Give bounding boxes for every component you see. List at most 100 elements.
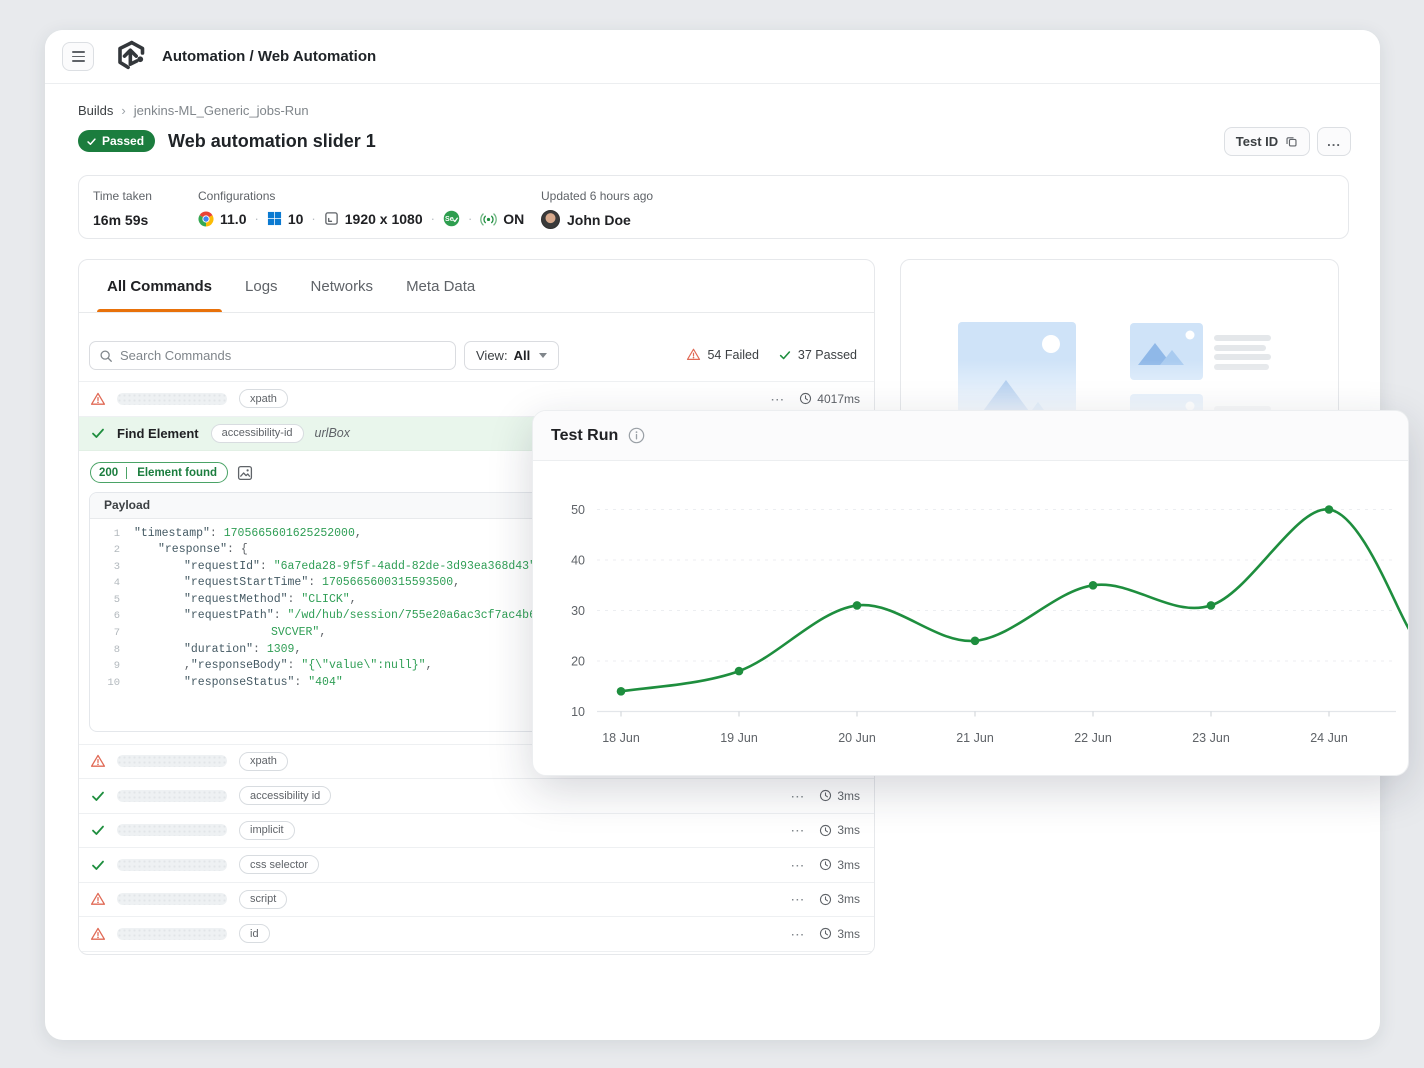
tab-bar: All Commands Logs Networks Meta Data	[79, 260, 874, 313]
warning-icon	[90, 753, 106, 769]
response-status-pill: 200 Element found	[90, 462, 228, 483]
menu-icon[interactable]	[62, 42, 94, 71]
resolution-icon	[324, 211, 339, 226]
breadcrumb-builds[interactable]: Builds	[78, 103, 113, 118]
build-title-row: Passed Web automation slider 1 Test ID .…	[78, 127, 1351, 155]
skeleton-text	[117, 755, 227, 767]
image-placeholder	[1130, 323, 1203, 380]
test-run-chart: 102030405018 Jun19 Jun20 Jun21 Jun22 Jun…	[533, 461, 1409, 776]
commands-toolbar: View: All 54 Failed	[79, 341, 874, 371]
clock-icon	[799, 392, 812, 405]
locator-badge: script	[239, 890, 287, 909]
tab-logs[interactable]: Logs	[245, 260, 278, 312]
row-more-button[interactable]: ⋯	[790, 894, 805, 904]
view-filter-dropdown[interactable]: View: All	[464, 341, 559, 370]
chevron-down-icon	[539, 353, 547, 358]
clock-icon	[819, 858, 832, 871]
build-title: Web automation slider 1	[168, 131, 376, 152]
ellipsis-icon: ...	[1327, 134, 1341, 149]
breadcrumb: Builds › jenkins-ML_Generic_jobs-Run	[78, 103, 309, 118]
skeleton-text	[117, 824, 227, 836]
text-placeholder	[1214, 335, 1271, 370]
tab-networks[interactable]: Networks	[311, 260, 374, 312]
locator-badge: id	[239, 924, 270, 943]
copy-icon	[1285, 135, 1298, 148]
locator-badge: css selector	[239, 855, 319, 874]
chevron-right-icon: ›	[121, 103, 125, 118]
svg-text:20 Jun: 20 Jun	[838, 731, 876, 745]
locator-badge: xpath	[239, 752, 288, 771]
warning-icon	[90, 891, 106, 907]
browser-version: 11.0	[220, 211, 246, 227]
resolution-value: 1920 x 1080	[345, 211, 423, 227]
search-icon	[99, 349, 113, 363]
duration-value: 3ms	[837, 858, 860, 872]
command-row[interactable]: script ⋯ 3ms	[79, 883, 874, 918]
search-commands-box[interactable]	[89, 341, 456, 370]
check-icon	[90, 788, 106, 804]
check-icon	[90, 425, 106, 441]
clock-icon	[819, 927, 832, 940]
more-options-button[interactable]: ...	[1317, 127, 1351, 156]
row-more-button[interactable]: ⋯	[790, 929, 805, 939]
tab-all-commands[interactable]: All Commands	[107, 260, 212, 312]
skeleton-text	[117, 393, 227, 405]
clock-icon	[819, 789, 832, 802]
app-header: Automation / Web Automation	[45, 30, 1380, 84]
passed-count: 37 Passed	[778, 348, 857, 362]
warning-icon	[90, 926, 106, 942]
duration-value: 3ms	[837, 823, 860, 837]
chrome-icon	[198, 211, 214, 227]
clock-icon	[819, 893, 832, 906]
status-badge: Passed	[78, 130, 155, 152]
command-row[interactable]: css selector ⋯ 3ms	[79, 848, 874, 883]
command-row[interactable]: id ⋯ 3ms	[79, 917, 874, 952]
skeleton-text	[117, 859, 227, 871]
svg-text:10: 10	[571, 705, 585, 719]
user-name: John Doe	[567, 212, 631, 228]
time-taken-label: Time taken	[93, 189, 152, 203]
skeleton-text	[117, 893, 227, 905]
svg-text:18 Jun: 18 Jun	[602, 731, 640, 745]
svg-text:40: 40	[571, 554, 585, 568]
check-icon	[90, 822, 106, 838]
avatar	[541, 210, 560, 229]
svg-text:Se: Se	[445, 215, 454, 223]
os-version: 10	[288, 211, 304, 227]
failed-count: 54 Failed	[686, 347, 758, 362]
app-logo-icon	[111, 39, 147, 75]
warning-icon	[90, 391, 106, 407]
svg-text:23 Jun: 23 Jun	[1192, 731, 1230, 745]
test-id-button[interactable]: Test ID	[1224, 127, 1310, 156]
network-broadcast-icon	[480, 211, 497, 226]
time-taken-value: 16m 59s	[93, 212, 152, 228]
clock-icon	[819, 824, 832, 837]
warning-icon	[686, 347, 701, 362]
command-row[interactable]: implicit ⋯ 3ms	[79, 814, 874, 849]
selenium-icon: Se	[443, 210, 460, 227]
page-background: Automation / Web Automation Builds › jen…	[0, 0, 1424, 1068]
tab-meta-data[interactable]: Meta Data	[406, 260, 475, 312]
locator-badge: xpath	[239, 389, 288, 408]
configurations-label: Configurations	[198, 189, 275, 203]
search-input[interactable]	[120, 348, 446, 363]
updated-label: Updated 6 hours ago	[541, 189, 653, 203]
svg-text:30: 30	[571, 604, 585, 618]
duration-value: 3ms	[837, 892, 860, 906]
row-more-button[interactable]: ⋯	[790, 825, 805, 835]
check-icon	[86, 136, 97, 147]
locator-badge: accessibility-id	[211, 424, 304, 443]
row-more-button[interactable]: ⋯	[790, 860, 805, 870]
command-row[interactable]: accessibility id ⋯ 3ms	[79, 779, 874, 814]
info-icon[interactable]	[628, 427, 645, 444]
check-icon	[778, 348, 792, 362]
breadcrumb-current: jenkins-ML_Generic_jobs-Run	[134, 103, 309, 118]
locator-value: urlBox	[315, 426, 350, 440]
row-more-button[interactable]: ⋯	[770, 394, 785, 404]
duration-value: 4017ms	[817, 392, 860, 406]
screenshot-icon[interactable]	[237, 465, 253, 481]
row-more-button[interactable]: ⋯	[790, 791, 805, 801]
locator-badge: accessibility id	[239, 786, 331, 805]
page-title: Automation / Web Automation	[162, 48, 376, 65]
check-icon	[90, 857, 106, 873]
